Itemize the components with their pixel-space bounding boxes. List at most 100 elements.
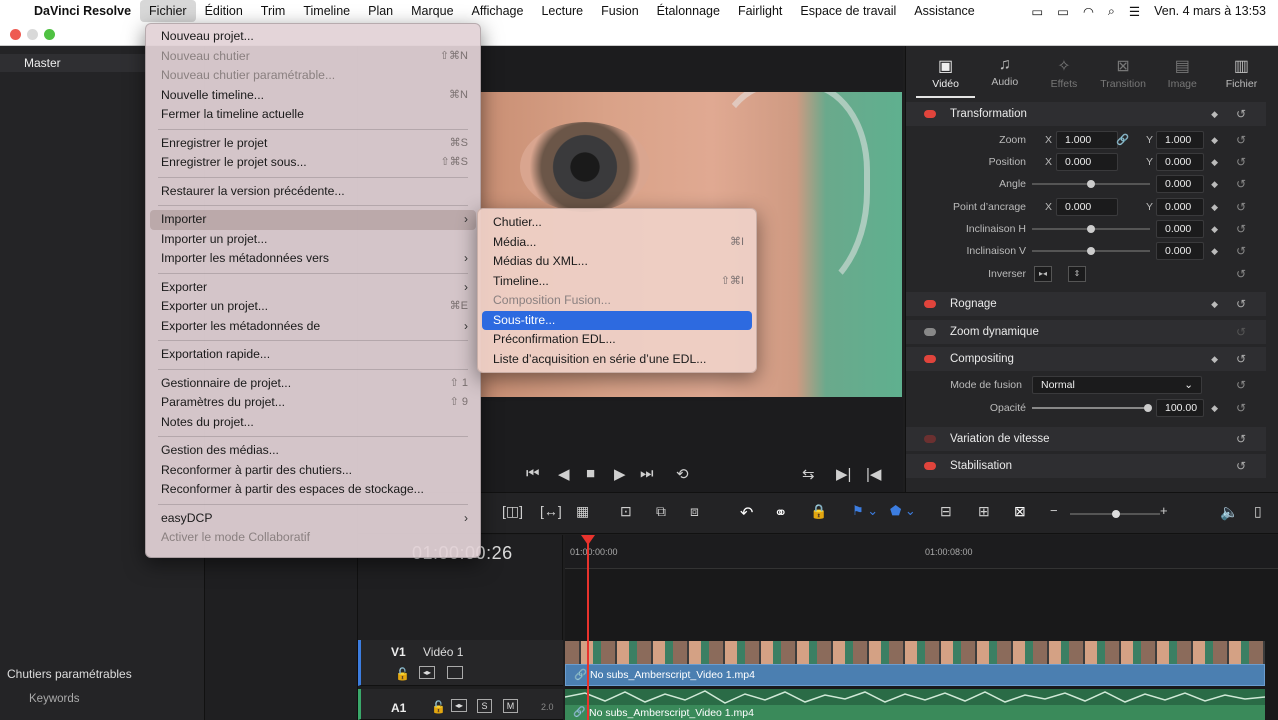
anchor-x-field[interactable]: 0.000: [1056, 198, 1118, 216]
enable-toggle[interactable]: [924, 328, 936, 336]
timeline-ruler[interactable]: 01:00:00:00 01:00:08:00: [565, 535, 1278, 569]
section-crop[interactable]: Rognage ◆ ↺: [906, 292, 1266, 316]
menu-item-exporter-projet[interactable]: Exporter un projet... ⌘E: [150, 297, 476, 317]
tab-video[interactable]: ▣ Vidéo: [916, 56, 976, 98]
menu-fusion[interactable]: Fusion: [592, 0, 648, 22]
slider-knob[interactable]: [1087, 247, 1095, 255]
blend-mode-select[interactable]: Normal ⌄: [1032, 376, 1202, 394]
loop-icon[interactable]: ⟲: [676, 465, 689, 483]
menu-fichier[interactable]: Fichier: [140, 0, 196, 22]
display-icon[interactable]: ▭: [1031, 4, 1043, 19]
keyframe-icon[interactable]: ◆: [1211, 129, 1218, 151]
apple-icon[interactable]: [0, 0, 25, 22]
reset-icon[interactable]: ↺: [1236, 173, 1246, 195]
yaw-slider[interactable]: [1032, 247, 1150, 255]
menu-item-enregistrer-sous[interactable]: Enregistrer le projet sous... ⇧⌘S: [150, 153, 476, 173]
submenu-item-chutier[interactable]: Chutier...: [482, 213, 752, 233]
blade-icon[interactable]: ▦: [576, 503, 589, 520]
audio-meter-icon[interactable]: ▯: [1254, 503, 1262, 520]
keyframe-icon[interactable]: ◆: [1211, 397, 1218, 419]
smart-bins-header[interactable]: Chutiers paramétrables: [7, 667, 132, 681]
link-icon[interactable]: 🔗: [1116, 129, 1129, 151]
mute-button[interactable]: M: [503, 699, 518, 713]
reset-icon[interactable]: ↺: [1236, 102, 1246, 126]
opacity-slider[interactable]: [1032, 404, 1152, 412]
menu-affichage[interactable]: Affichage: [463, 0, 533, 22]
menu-item-reconformer-chutiers[interactable]: Reconformer à partir des chutiers...: [150, 461, 476, 481]
enable-toggle[interactable]: [924, 110, 936, 118]
menu-item-enregistrer[interactable]: Enregistrer le projet ⌘S: [150, 134, 476, 154]
volume-icon[interactable]: 🔈: [1220, 503, 1239, 521]
section-transformation[interactable]: Transformation ◆ ↺: [906, 102, 1266, 126]
dynamic-trim-icon[interactable]: [↔]: [540, 503, 562, 519]
menu-item-parametres-projet[interactable]: Paramètres du projet... ⇧ 9: [150, 393, 476, 413]
zoom-x-field[interactable]: 1.000: [1056, 131, 1118, 149]
audio-clip[interactable]: 🔗 No subs_Amberscript_Video 1.mp4: [565, 705, 1265, 720]
menu-etalonnage[interactable]: Étalonnage: [648, 0, 729, 22]
reset-icon[interactable]: ↺: [1236, 196, 1246, 218]
wifi-icon[interactable]: ◠: [1083, 4, 1094, 19]
stop-icon[interactable]: ■: [586, 465, 595, 482]
menu-item-gestion-medias[interactable]: Gestion des médias...: [150, 441, 476, 461]
slider-knob[interactable]: [1087, 180, 1095, 188]
video-clip-thumbnails[interactable]: [565, 641, 1265, 664]
keyframe-icon[interactable]: ◆: [1211, 292, 1218, 316]
menu-fairlight[interactable]: Fairlight: [729, 0, 791, 22]
keyframe-icon[interactable]: ◆: [1211, 151, 1218, 173]
menu-marque[interactable]: Marque: [402, 0, 462, 22]
app-menu[interactable]: DaVinci Resolve: [25, 0, 140, 22]
tab-transition[interactable]: ⊠ Transition: [1094, 56, 1153, 98]
flag-icon[interactable]: ⚑ ⌄: [852, 503, 878, 519]
track-lock-icon[interactable]: 🔓: [431, 700, 446, 714]
zoom-slider[interactable]: [1070, 510, 1160, 518]
menu-item-notes-projet[interactable]: Notes du projet...: [150, 413, 476, 433]
track-lock-icon[interactable]: 🔓: [395, 667, 410, 681]
replace-clip-icon[interactable]: ⧈: [690, 503, 699, 520]
lock-icon[interactable]: 🔒: [810, 503, 827, 520]
snapping-icon[interactable]: ↶: [740, 503, 753, 523]
marker-icon[interactable]: ⬟ ⌄: [890, 503, 916, 519]
slider-knob[interactable]: [1087, 225, 1095, 233]
submenu-item-preconfirmation-edl[interactable]: Préconfirmation EDL...: [482, 330, 752, 350]
position-x-field[interactable]: 0.000: [1056, 153, 1118, 171]
control-center-icon[interactable]: ☰: [1129, 4, 1140, 19]
play-icon[interactable]: ▶: [614, 465, 626, 483]
zoom-y-field[interactable]: 1.000: [1156, 131, 1204, 149]
section-stabilization[interactable]: Stabilisation ↺: [906, 454, 1266, 478]
reset-icon[interactable]: ↺: [1236, 292, 1246, 316]
keyframe-icon[interactable]: ◆: [1211, 240, 1218, 262]
keyframe-icon[interactable]: ◆: [1211, 347, 1218, 371]
play-reverse-icon[interactable]: ◀: [558, 465, 570, 483]
solo-button[interactable]: S: [477, 699, 492, 713]
submenu-item-sous-titre[interactable]: Sous-titre...: [482, 310, 752, 330]
overwrite-clip-icon[interactable]: ⧉: [656, 503, 666, 520]
battery-icon[interactable]: ▭: [1057, 4, 1069, 19]
reset-icon[interactable]: ↺: [1236, 397, 1246, 419]
tab-effects[interactable]: ✧ Effets: [1034, 56, 1093, 98]
menu-item-gestionnaire-projet[interactable]: Gestionnaire de projet... ⇧ 1: [150, 374, 476, 394]
submenu-item-media[interactable]: Média... ⌘I: [482, 233, 752, 253]
menu-item-exportation-rapide[interactable]: Exportation rapide...: [150, 345, 476, 365]
menu-assistance[interactable]: Assistance: [905, 0, 983, 22]
pitch-slider[interactable]: [1032, 225, 1150, 233]
submenu-item-liste-acquisition-edl[interactable]: Liste d’acquisition en série d’une EDL..…: [482, 350, 752, 370]
reset-icon[interactable]: ↺: [1236, 320, 1246, 344]
zoom-detail-icon[interactable]: ⊞: [978, 503, 990, 520]
reset-icon[interactable]: ↺: [1236, 374, 1246, 396]
bin-master[interactable]: Master: [0, 54, 145, 72]
track-visibility-icon[interactable]: [447, 666, 463, 679]
tab-audio[interactable]: ♫ Audio: [975, 56, 1034, 98]
reset-icon[interactable]: ↺: [1236, 347, 1246, 371]
reset-icon[interactable]: ↺: [1236, 151, 1246, 173]
menu-item-nouvelle-timeline[interactable]: Nouvelle timeline... ⌘N: [150, 86, 476, 106]
clock[interactable]: Ven. 4 mars à 13:53: [1154, 4, 1266, 18]
trim-edit-icon[interactable]: [◫]: [502, 503, 523, 520]
minimize-window-button[interactable]: [27, 29, 38, 40]
rewind-icon[interactable]: ⏮: [526, 465, 540, 482]
tab-file[interactable]: ▥ Fichier: [1212, 56, 1271, 98]
link-clips-icon[interactable]: ⚭: [774, 503, 787, 523]
enable-toggle[interactable]: [924, 300, 936, 308]
menu-item-exporter-metadonnees[interactable]: Exporter les métadonnées de ›: [150, 317, 476, 337]
reset-icon[interactable]: ↺: [1236, 218, 1246, 240]
keyframe-icon[interactable]: ◆: [1211, 173, 1218, 195]
